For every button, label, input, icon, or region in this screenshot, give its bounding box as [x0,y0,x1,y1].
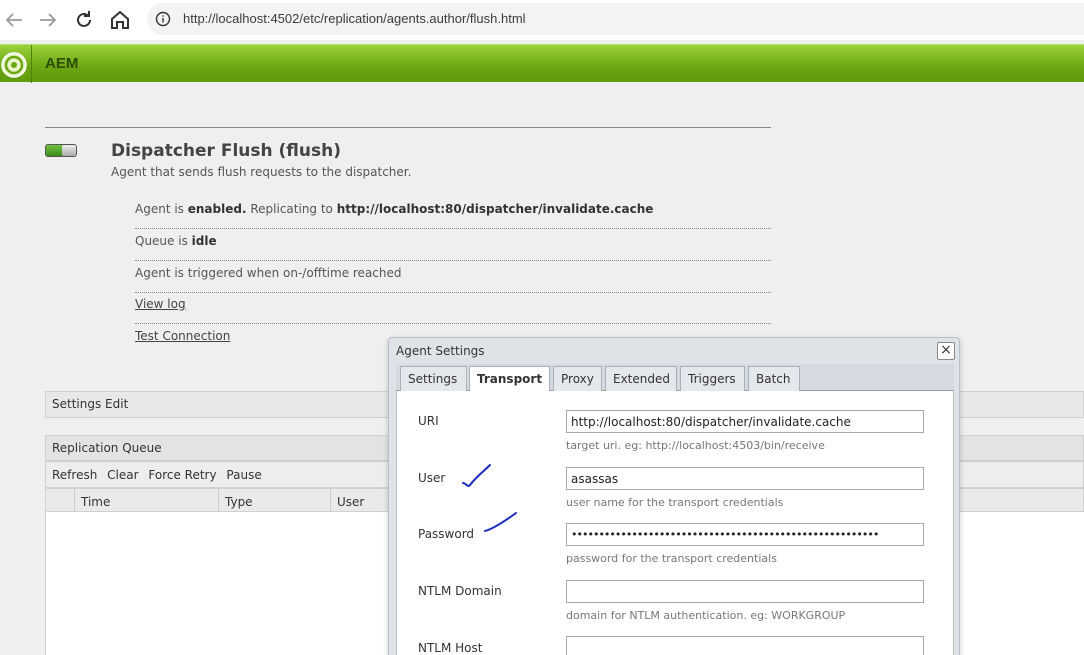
refresh-button[interactable]: Refresh [52,468,97,482]
aem-logo-icon[interactable] [0,51,28,79]
clear-button[interactable]: Clear [107,468,138,482]
user-label: User [418,471,446,485]
password-label: Password [418,527,475,541]
test-connection-link[interactable]: Test Connection [135,329,230,343]
agent-status-row: Agent is enabled. Replicating to http://… [135,197,771,229]
reload-icon[interactable] [72,8,96,32]
transport-form: URI http://localhost:80/dispatcher/inval… [396,391,954,655]
queue-status-row: Queue is idle [135,229,771,261]
user-hint: user name for the transport credentials [566,496,784,509]
user-input[interactable]: asassas [566,467,924,490]
address-bar[interactable]: http://localhost:4502/etc/replication/ag… [147,3,1084,35]
password-hint: password for the transport credentials [566,552,777,565]
close-icon[interactable]: × [937,342,955,360]
address-url[interactable]: http://localhost:4502/etc/replication/ag… [183,11,526,26]
queue-value: idle [191,234,217,248]
settings-label: Settings [52,397,102,411]
uri-input[interactable]: http://localhost:80/dispatcher/invalidat… [566,410,924,433]
agent-description: Agent that sends flush requests to the d… [111,165,412,179]
trigger-row: Agent is triggered when on-/offtime reac… [135,261,771,293]
status-value: enabled. [187,202,247,216]
view-log-row: View log [135,292,771,324]
replication-queue-title: Replication Queue [52,441,162,455]
tab-extended[interactable]: Extended [605,366,677,391]
header-divider [31,45,32,83]
checkmark-annotation-icon [462,464,491,487]
uri-hint: target uri. eg: http://localhost:4503/bi… [566,439,825,452]
trigger-text: Agent is triggered when on-/offtime reac… [135,266,402,280]
app-title: AEM [45,55,79,72]
agent-divider [45,127,771,128]
tab-transport[interactable]: Transport [469,366,550,392]
ntlm-domain-label: NTLM Domain [418,584,502,598]
agent-title: Dispatcher Flush (flush) [111,141,341,161]
forward-arrow-icon[interactable] [36,8,60,32]
tab-triggers[interactable]: Triggers [680,366,745,391]
replicating-prefix: Replicating to [250,202,333,216]
tab-settings[interactable]: Settings [400,366,467,391]
ntlm-host-label: NTLM Host [418,641,483,655]
column-time[interactable]: Time [74,489,220,512]
info-icon[interactable] [155,11,171,27]
dialog-title: Agent Settings [396,344,485,358]
queue-prefix: Queue is [135,234,188,248]
dialog-tabbar: Settings Transport Proxy Extended Trigge… [396,364,954,392]
ntlm-domain-hint: domain for NTLM authentication. eg: WORK… [566,609,846,622]
ntlm-host-input[interactable] [566,636,924,655]
column-type[interactable]: Type [218,489,334,512]
status-prefix: Agent is [135,202,184,216]
replicating-uri: http://localhost:80/dispatcher/invalidat… [336,202,654,216]
edit-settings-button[interactable]: Edit [105,397,128,411]
agent-settings-dialog: Agent Settings × Settings Transport Prox… [388,337,960,655]
home-icon[interactable] [108,8,132,32]
uri-label: URI [418,414,439,428]
agent-status-toggle-icon [45,144,77,157]
browser-toolbar: http://localhost:4502/etc/replication/ag… [0,0,1084,40]
force-retry-button[interactable]: Force Retry [148,468,216,482]
view-log-link[interactable]: View log [135,297,186,311]
tab-batch[interactable]: Batch [748,366,800,391]
back-arrow-icon[interactable] [2,8,26,32]
checkmark-annotation-icon [484,512,517,532]
aem-header: AEM [0,44,1084,83]
password-input[interactable]: ••••••••••••••••••••••••••••••••••••••••… [566,523,924,546]
ntlm-domain-input[interactable] [566,580,924,603]
tab-proxy[interactable]: Proxy [553,366,602,391]
pause-button[interactable]: Pause [226,468,261,482]
